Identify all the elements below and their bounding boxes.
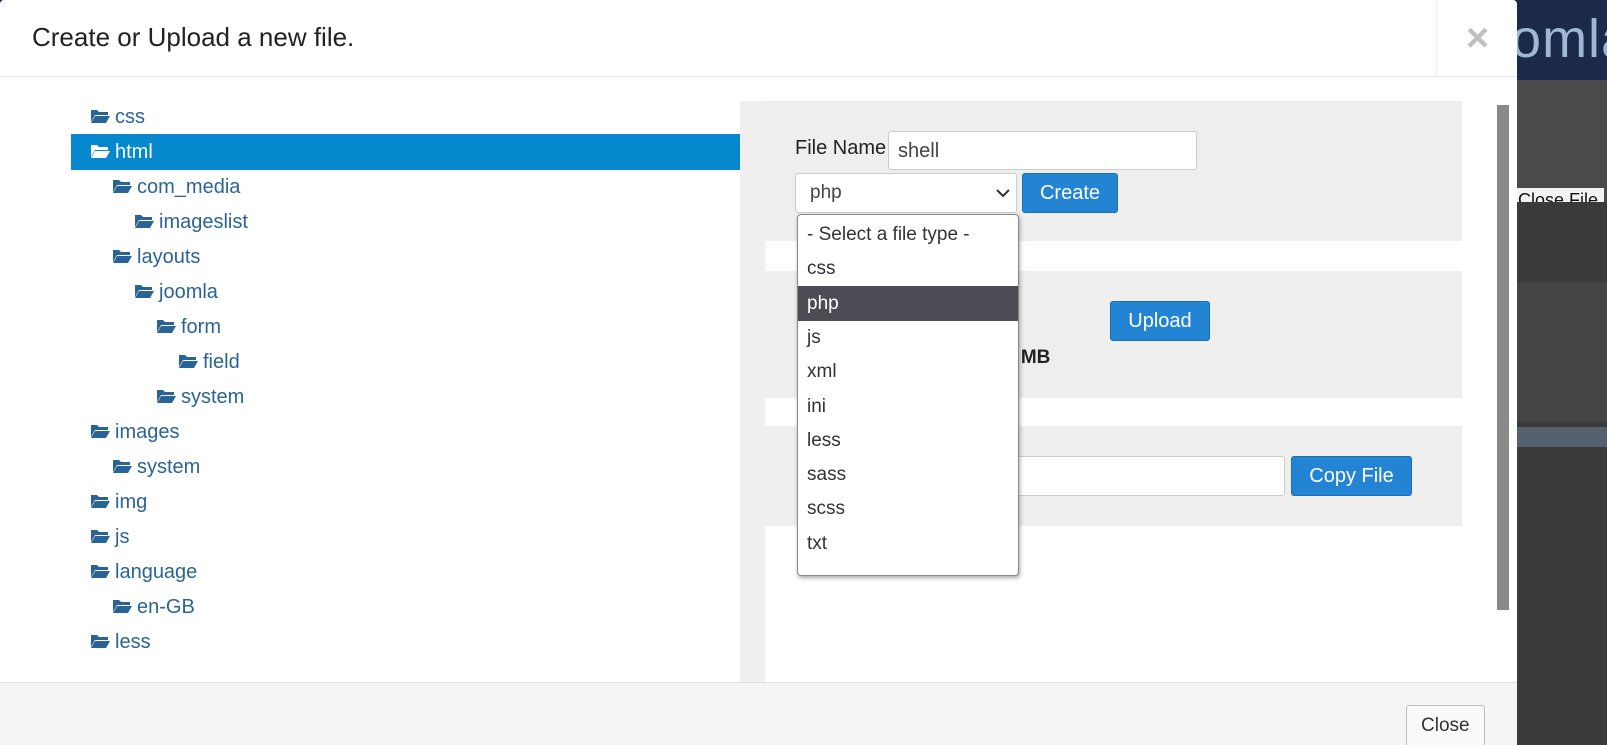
dropdown-option[interactable]: - Select a file type -	[798, 217, 1018, 252]
tree-item-label: css	[115, 106, 145, 128]
chevron-down-icon	[996, 189, 1010, 198]
new-file-modal: Create or Upload a new file. × css html co…	[0, 0, 1517, 745]
file-type-select[interactable]: php	[795, 173, 1017, 213]
folder-open-icon	[90, 135, 110, 158]
folder-open-icon	[90, 485, 110, 508]
tree-item[interactable]: html	[71, 134, 742, 170]
folder-open-icon	[156, 380, 176, 403]
tree-item-label: system	[137, 456, 201, 478]
folder-open-icon	[90, 100, 110, 123]
tree-item-label: img	[115, 491, 148, 513]
modal-body: css html com_media imageslist layouts joomla f…	[0, 77, 1517, 691]
folder-open-icon	[112, 170, 132, 193]
tree-item-label: com_media	[137, 176, 241, 198]
tree-item[interactable]: js	[90, 519, 129, 555]
tree-item-label: images	[115, 421, 180, 443]
folder-open-icon	[134, 205, 154, 228]
tree-item-label: system	[181, 386, 245, 408]
modal-footer: Close	[0, 682, 1517, 745]
tree-item[interactable]: system	[156, 379, 244, 415]
folder-open-icon	[178, 345, 198, 368]
file-type-selected-value: php	[810, 182, 842, 203]
close-button[interactable]: Close	[1406, 705, 1485, 745]
tree-item[interactable]: com_media	[112, 169, 240, 205]
tree-item[interactable]: images	[90, 414, 179, 450]
upload-button[interactable]: Upload	[1110, 301, 1210, 341]
dropdown-option[interactable]: sass	[798, 457, 1018, 492]
file-name-input[interactable]: shell	[888, 131, 1197, 170]
dropdown-option[interactable]: css	[798, 251, 1018, 286]
tree-item-label: js	[115, 526, 130, 548]
tree-item-label: layouts	[137, 246, 201, 268]
background-row-highlight	[1510, 427, 1607, 447]
tree-item[interactable]: joomla	[134, 274, 218, 310]
copy-file-button[interactable]: Copy File	[1291, 456, 1412, 496]
folder-tree: css html com_media imageslist layouts joomla f…	[0, 77, 742, 682]
modal-scrollbar[interactable]	[1497, 105, 1509, 610]
file-type-dropdown: - Select a file type - css php js xml ini less…	[797, 214, 1019, 576]
tree-item-label: form	[181, 316, 221, 338]
folder-open-icon	[134, 275, 154, 298]
folder-open-icon	[112, 240, 132, 263]
background-panel	[1510, 282, 1607, 422]
tree-item-label: field	[203, 351, 240, 373]
tree-item[interactable]: field	[178, 344, 240, 380]
tree-item[interactable]: form	[156, 309, 221, 345]
dropdown-option[interactable]: ini	[798, 389, 1018, 424]
dropdown-option[interactable]: txt	[798, 526, 1018, 561]
folder-open-icon	[156, 310, 176, 333]
tree-item[interactable]: less	[90, 624, 151, 660]
tree-item[interactable]: language	[90, 554, 197, 590]
tree-item[interactable]: system	[112, 449, 200, 485]
tree-item-label: language	[115, 561, 198, 583]
copy-file-name-input[interactable]	[985, 456, 1285, 496]
create-button[interactable]: Create	[1022, 173, 1118, 213]
close-icon[interactable]: ×	[1436, 0, 1517, 76]
folder-open-icon	[112, 590, 132, 613]
tree-item-label: imageslist	[159, 211, 248, 233]
folder-open-icon	[112, 450, 132, 473]
dropdown-option[interactable]: scss	[798, 491, 1018, 526]
tree-item[interactable]: layouts	[112, 239, 200, 275]
tree-item-label: joomla	[159, 281, 218, 303]
folder-open-icon	[90, 415, 110, 438]
folder-open-icon	[90, 555, 110, 578]
modal-header: Create or Upload a new file. ×	[0, 0, 1517, 77]
dropdown-option[interactable]: js	[798, 320, 1018, 355]
folder-open-icon	[90, 625, 110, 648]
tree-item-label: less	[115, 631, 151, 653]
dropdown-option[interactable]: less	[798, 423, 1018, 458]
tree-item-label: html	[115, 141, 153, 163]
file-name-label: File Name	[795, 137, 887, 159]
tree-item[interactable]: img	[90, 484, 147, 520]
dropdown-option[interactable]: xml	[798, 354, 1018, 389]
modal-title: Create or Upload a new file.	[32, 22, 355, 52]
tree-item-label: en-GB	[137, 596, 195, 618]
tree-item[interactable]: css	[90, 99, 145, 135]
dropdown-option[interactable]: php	[798, 285, 1018, 321]
tree-item[interactable]: imageslist	[134, 204, 248, 240]
tree-item[interactable]: en-GB	[112, 589, 195, 625]
folder-open-icon	[90, 520, 110, 543]
